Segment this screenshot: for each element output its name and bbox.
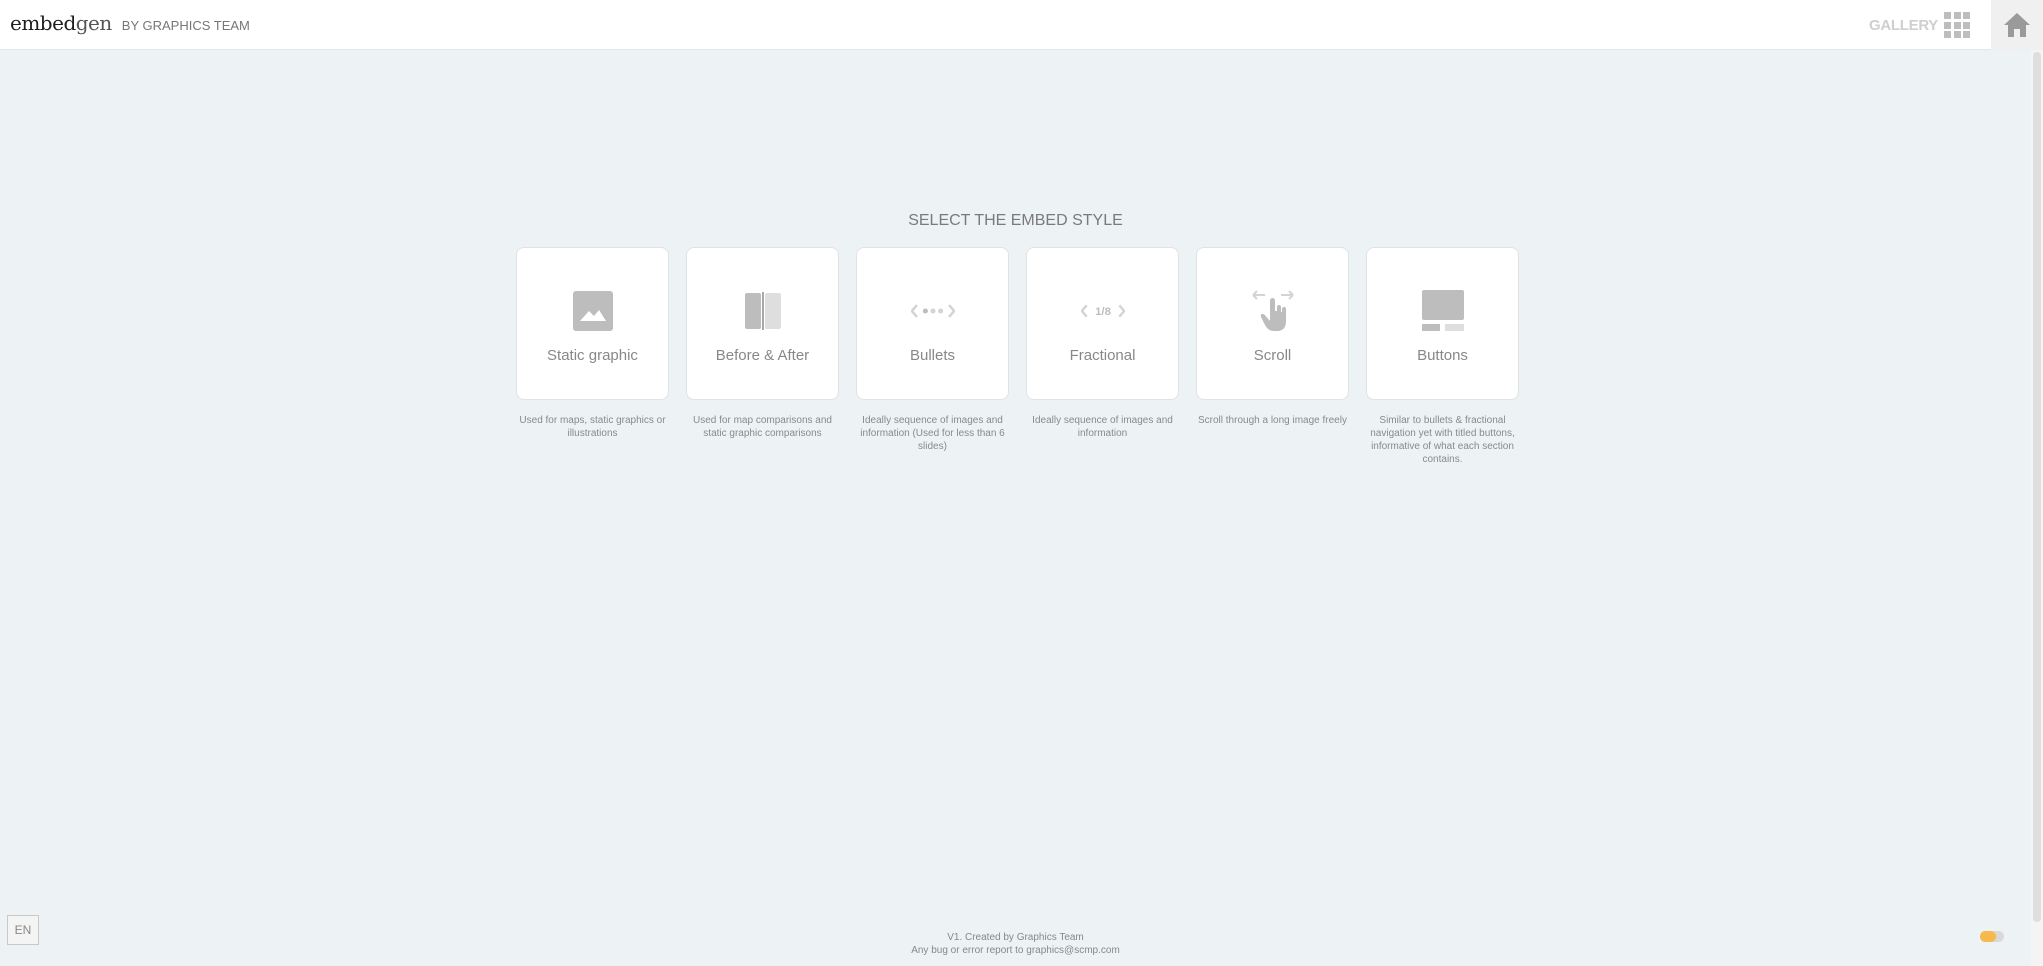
section-title: SELECT THE EMBED STYLE (908, 212, 1123, 229)
embed-style-list: Static graphic Used for maps, static gra… (516, 247, 1519, 466)
style-option-scroll: Scroll Scroll through a long image freel… (1196, 247, 1349, 466)
card-description: Scroll through a long image freely (1198, 415, 1347, 426)
brand-gen-text: gen (75, 11, 113, 35)
footer-credit: V1. Created by Graphics Team (947, 932, 1084, 943)
card-label: Scroll (1253, 347, 1292, 364)
card-label: Fractional (1069, 347, 1136, 364)
style-option-before-after: Before & After Used for map comparisons … (686, 247, 839, 466)
style-option-static-graphic: Static graphic Used for maps, static gra… (516, 247, 669, 466)
static-graphic-card[interactable]: Static graphic (516, 247, 669, 400)
card-label: Before & After (715, 347, 810, 364)
image-icon (571, 289, 615, 333)
bullet-dots-icon (910, 289, 955, 333)
home-icon (2004, 13, 2030, 37)
card-label: Buttons (1417, 347, 1468, 364)
toggle-knob (1980, 931, 1996, 942)
card-label: Bullets (909, 347, 956, 364)
scroll-card[interactable]: Scroll (1196, 247, 1349, 400)
buttons-card[interactable]: Buttons (1366, 247, 1519, 400)
card-description: Used for map comparisons and static grap… (693, 415, 832, 439)
fraction-text: 1/8 (1095, 306, 1111, 318)
card-description: Ideally sequence of images and informati… (1032, 415, 1173, 439)
card-description: Ideally sequence of images and informati… (860, 415, 1005, 452)
card-description: Used for maps, static graphics or illust… (519, 415, 666, 439)
theme-toggle[interactable] (1980, 931, 2004, 942)
top-header: embed gen BY GRAPHICS TEAM GALLERY (0, 0, 2043, 50)
brand-embed-text: embed (10, 11, 76, 35)
fractional-card[interactable]: 1/8 Fractional (1026, 247, 1179, 400)
gallery-link[interactable]: GALLERY (1869, 17, 1938, 34)
style-option-fractional: 1/8 Fractional Ideally sequence of image… (1026, 247, 1179, 466)
card-label: Static graphic (547, 347, 638, 364)
before-after-card[interactable]: Before & After (686, 247, 839, 400)
footer-bug-report: Any bug or error report to graphics@scmp… (911, 945, 1120, 956)
brand-subtitle: BY GRAPHICS TEAM (121, 18, 250, 33)
scrollbar-thumb[interactable] (2033, 52, 2041, 922)
hand-scroll-icon (1251, 289, 1295, 333)
bullets-card[interactable]: Bullets (856, 247, 1009, 400)
grid-icon[interactable] (1944, 12, 1970, 38)
card-description: Similar to bullets & fractional navigati… (1370, 415, 1515, 465)
titled-buttons-icon (1421, 289, 1465, 333)
split-panel-icon (741, 289, 785, 333)
brand-logo[interactable]: embed gen BY GRAPHICS TEAM (10, 11, 250, 35)
home-button[interactable] (1991, 0, 2043, 50)
footer: V1. Created by Graphics Team Any bug or … (0, 931, 2031, 957)
style-option-buttons: Buttons Similar to bullets & fractional … (1366, 247, 1519, 466)
style-option-bullets: Bullets Ideally sequence of images and i… (856, 247, 1009, 466)
fraction-counter-icon: 1/8 (1080, 289, 1125, 333)
